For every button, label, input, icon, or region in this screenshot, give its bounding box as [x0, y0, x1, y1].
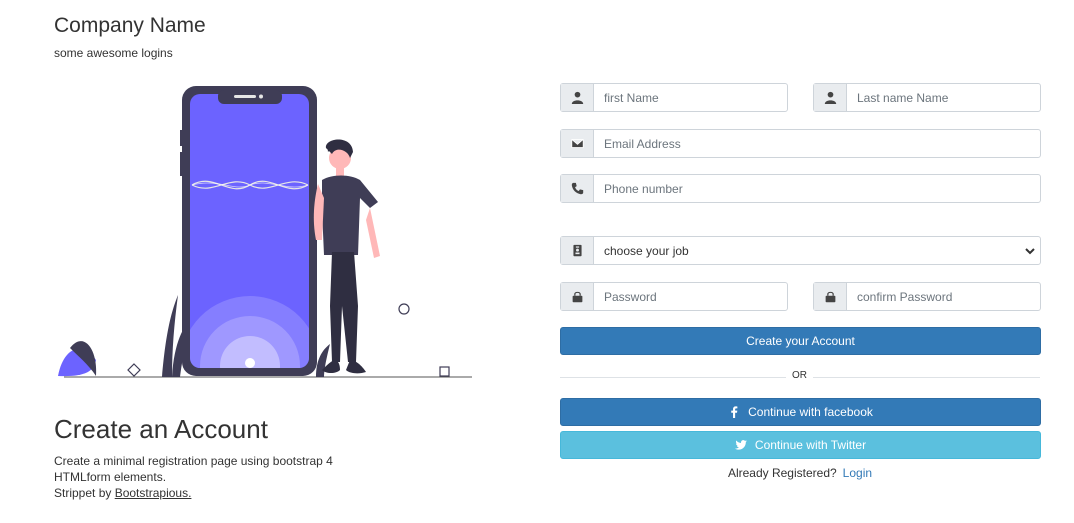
user-icon [814, 84, 847, 111]
phone-icon [561, 175, 594, 202]
first-name-input[interactable] [594, 84, 787, 111]
confirm-password-group [813, 282, 1041, 311]
lock-icon [561, 283, 594, 310]
facebook-label: Continue with facebook [748, 405, 873, 419]
phone-input[interactable] [594, 175, 1040, 202]
email-input[interactable] [594, 130, 1040, 157]
or-text: OR [786, 370, 813, 381]
email-group [560, 129, 1041, 158]
lock-icon [814, 283, 847, 310]
credit-line: Strippet by Bootstrapious. [54, 486, 191, 500]
job-select[interactable]: choose your job [560, 236, 1041, 265]
last-name-group [813, 83, 1041, 112]
last-name-input[interactable] [847, 84, 1040, 111]
credit-prefix: Strippet by [54, 486, 115, 500]
twitter-label: Continue with Twitter [754, 438, 867, 452]
password-group [560, 282, 788, 311]
bootstrapious-link[interactable]: Bootstrapious. [115, 486, 192, 500]
envelope-icon [561, 130, 594, 157]
company-tagline: some awesome logins [54, 46, 173, 60]
company-name: Company Name [54, 14, 206, 37]
confirm-password-input[interactable] [847, 283, 1040, 310]
already-registered: Already Registered? Login [560, 466, 1040, 480]
create-account-title: Create an Account [54, 414, 268, 444]
job-select-value: choose your job [604, 243, 689, 258]
already-registered-text: Already Registered? [727, 466, 837, 480]
id-card-icon [561, 237, 594, 264]
facebook-button[interactable]: Continue with facebook [560, 398, 1041, 426]
create-account-description: Create a minimal registration page using… [54, 454, 333, 484]
password-input[interactable] [594, 283, 787, 310]
phone-group [560, 174, 1041, 203]
user-icon [561, 84, 594, 111]
create-account-button[interactable]: Create your Account [560, 327, 1041, 355]
twitter-icon [734, 440, 747, 450]
create-account-label: Create your Account [746, 334, 855, 348]
chevron-down-icon [1020, 237, 1040, 264]
login-link[interactable]: Login [843, 466, 872, 480]
facebook-icon [731, 406, 738, 418]
first-name-group [560, 83, 788, 112]
phone-illustration [58, 86, 472, 378]
twitter-button[interactable]: Continue with Twitter [560, 431, 1041, 459]
